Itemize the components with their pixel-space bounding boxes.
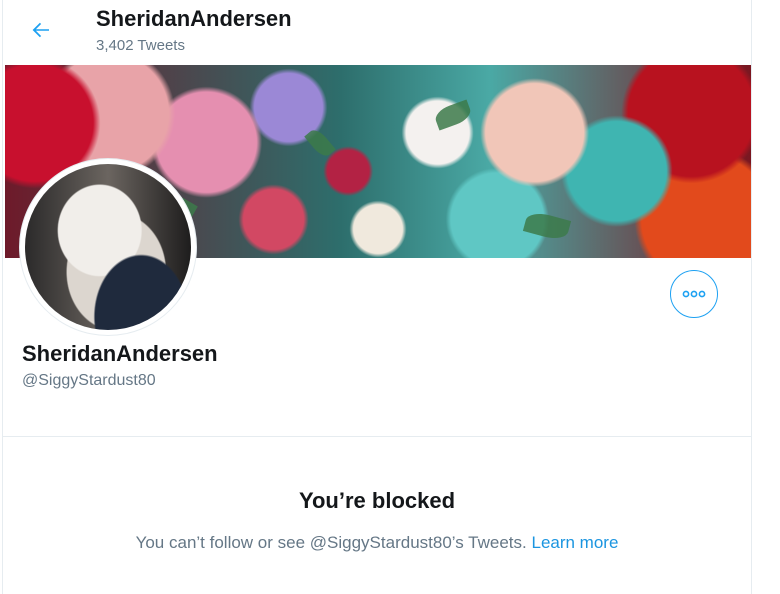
divider bbox=[3, 436, 751, 437]
profile-name: SheridanAndersen bbox=[22, 341, 218, 366]
blocked-message: You can’t follow or see @SiggyStardust80… bbox=[3, 532, 751, 554]
blocked-message-text: You can’t follow or see @SiggyStardust80… bbox=[135, 533, 527, 552]
avatar-image bbox=[25, 164, 191, 330]
profile-column: SheridanAndersen 3,402 Tweets SheridanAn… bbox=[2, 0, 752, 594]
more-horizontal-icon bbox=[682, 290, 706, 298]
blocked-title: You’re blocked bbox=[298, 488, 456, 513]
more-options-button[interactable] bbox=[670, 270, 718, 318]
arrow-left-icon bbox=[32, 22, 49, 38]
back-button[interactable] bbox=[25, 14, 57, 46]
profile-header: SheridanAndersen 3,402 Tweets bbox=[3, 0, 751, 64]
avatar[interactable] bbox=[20, 159, 196, 335]
learn-more-link[interactable]: Learn more bbox=[531, 533, 618, 552]
profile-handle: @SiggyStardust80 bbox=[22, 372, 156, 389]
tweet-count: 3,402 Tweets bbox=[96, 37, 185, 54]
header-title: SheridanAndersen bbox=[96, 6, 292, 31]
